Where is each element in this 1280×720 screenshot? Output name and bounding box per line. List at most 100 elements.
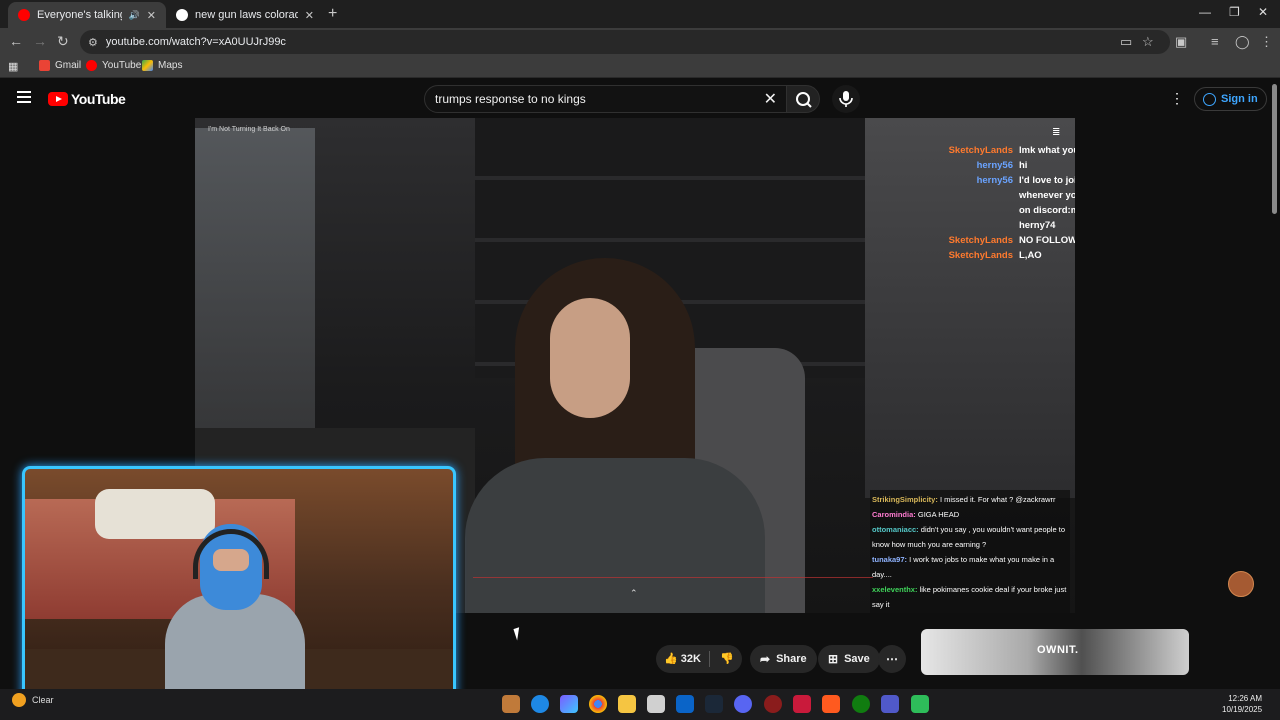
settings-menu-icon[interactable]: ⋮ [1170,90,1184,107]
chat-message: SketchyLands lmk what you think about tw… [945,143,1075,158]
bookmark-star-icon[interactable]: ☆ [1142,34,1154,50]
youtube-header: YouTube trumps response to no kings ✕ ⋮ … [0,80,1280,118]
chat-message: StrikingSimplicity: I missed it. For wha… [872,492,1068,507]
browser-tab-bar: Everyone's talking about th 🔊 ✕ new gun … [0,0,1280,28]
close-tab-icon[interactable]: ✕ [305,9,314,22]
sign-in-button[interactable]: Sign in [1194,87,1267,111]
like-button[interactable]: 👍 32K [664,652,701,665]
search-input[interactable]: trumps response to no kings ✕ [424,85,788,113]
video-progress-line[interactable] [473,577,873,578]
clear-search-icon[interactable]: ✕ [764,89,777,109]
back-icon[interactable]: ← [9,33,23,49]
bookmarks-bar: ▦ Gmail YouTube Maps [0,56,1280,78]
hamburger-menu-icon[interactable] [17,91,31,103]
more-actions-button[interactable]: ⋯ [878,645,906,673]
file-explorer-icon[interactable] [618,695,636,713]
media-control-icon[interactable]: ≡ [1211,34,1219,49]
chrome-icon[interactable] [589,695,607,713]
restore-icon[interactable]: ❐ [1229,5,1240,19]
discord-icon[interactable] [734,695,752,713]
copilot-icon[interactable] [560,695,578,713]
bookmark-gmail[interactable]: Gmail [39,60,81,71]
maps-icon [142,60,153,71]
google-favicon-icon [176,9,188,21]
chat-username: SketchyLands [948,235,1013,246]
share-button[interactable]: ➦ Share [750,645,817,673]
speaker-icon[interactable]: 🔊 [129,10,140,21]
search-query: trumps response to no kings [435,92,586,106]
chat-message: SketchyLands L,AO [945,248,1075,263]
chat-message: herny56 I'd love to join your live strea… [945,173,1075,233]
bookmark-label: YouTube [102,60,142,71]
browser-menu-icon[interactable]: ⋮ [1260,34,1273,50]
chat-message: xxeleventhx: like pokimanes cookie deal … [872,582,1068,612]
microphone-icon [839,91,853,107]
chat-message: ottomaniacc: didn't you say , you wouldn… [872,522,1068,552]
chat-text: hi [1019,160,1028,171]
new-tab-icon[interactable]: + [328,5,337,23]
apps-grid-icon[interactable]: ▦ [8,60,18,73]
clock-date: 10/19/2025 [1222,705,1263,714]
youtube-logo[interactable]: YouTube [48,91,126,107]
youtube-icon [86,60,97,71]
weather-moon-icon [12,693,26,707]
bookmark-youtube[interactable]: YouTube [86,60,141,71]
gmail-icon [39,60,50,71]
like-dislike-group: 👍 32K 👎 [656,645,742,673]
page-scrollbar[interactable] [1272,84,1277,214]
xbox-icon[interactable] [852,695,870,713]
profile-icon[interactable]: ◯ [1235,34,1250,50]
video-streamer-body [465,458,765,613]
weather-widget[interactable]: Clear [12,693,54,707]
clock-time: 12:26 AM [1228,694,1263,703]
tab-youtube-video[interactable]: Everyone's talking about th 🔊 ✕ [8,2,166,28]
edge-icon[interactable] [531,695,549,713]
taskbar-app-icon[interactable] [822,695,840,713]
cast-icon[interactable]: ▭ [1120,34,1132,50]
close-tab-icon[interactable]: ✕ [147,9,156,22]
taskbar-app-icon[interactable] [911,695,929,713]
save-button[interactable]: ⊞ Save [818,645,880,673]
system-clock[interactable]: 12:26 AM 10/19/2025 [1222,693,1262,715]
taskbar-app-icon[interactable] [764,695,782,713]
address-bar[interactable]: ⚙ youtube.com/watch?v=xA0UUJrJ99c [80,30,1170,54]
outlook-icon[interactable] [676,695,694,713]
sign-in-label: Sign in [1221,93,1258,105]
chat-text: GIGA HEAD [917,510,960,519]
chat-username: SketchyLands [948,250,1013,261]
screen: { "browser": { "tabs": [ {"title": "Ever… [0,0,1280,720]
youtube-play-icon [48,92,68,106]
thumbnail-text: OWNIT. [1037,644,1079,656]
recommended-video-thumbnail[interactable]: OWNIT. [921,629,1189,675]
chat-message: Caromindia: GIGA HEAD [872,507,1068,522]
extensions-icon[interactable]: ▣ [1175,34,1187,50]
expand-chevron-icon[interactable]: ⌃ [630,588,638,599]
site-info-icon[interactable]: ⚙ [88,36,98,49]
taskbar-app-icon[interactable] [502,695,520,713]
forward-icon[interactable]: → [33,33,47,49]
chat-username: StrikingSimplicity: [872,495,938,504]
close-window-icon[interactable]: ✕ [1258,5,1268,19]
chat-list-icon: ≣ [1052,127,1061,138]
chat-username: ottomaniacc: [872,525,919,534]
bookmark-maps[interactable]: Maps [142,60,182,71]
tab-title: new gun laws colorado 2025 - [195,9,298,21]
tab-google-search[interactable]: new gun laws colorado 2025 - ✕ [166,2,324,28]
search-button[interactable] [786,85,820,113]
voice-search-button[interactable] [832,85,860,113]
channel-avatar[interactable] [1228,571,1254,597]
taskbar-app-icon[interactable] [793,695,811,713]
chat-username: herny56 [976,160,1013,171]
share-label: Share [776,653,807,665]
teams-icon[interactable] [881,695,899,713]
webcam-overlay [22,466,456,708]
taskbar-app-icon[interactable] [647,695,665,713]
video-scene-shelf [195,128,315,428]
steam-icon[interactable] [705,695,723,713]
chat-username: xxeleventhx: [872,585,918,594]
like-count: 32K [680,653,701,665]
chat-username: tunaka97: [872,555,908,564]
minimize-icon[interactable]: — [1199,5,1211,19]
reload-icon[interactable]: ↻ [57,33,69,50]
dislike-button[interactable]: 👎 [720,652,734,665]
